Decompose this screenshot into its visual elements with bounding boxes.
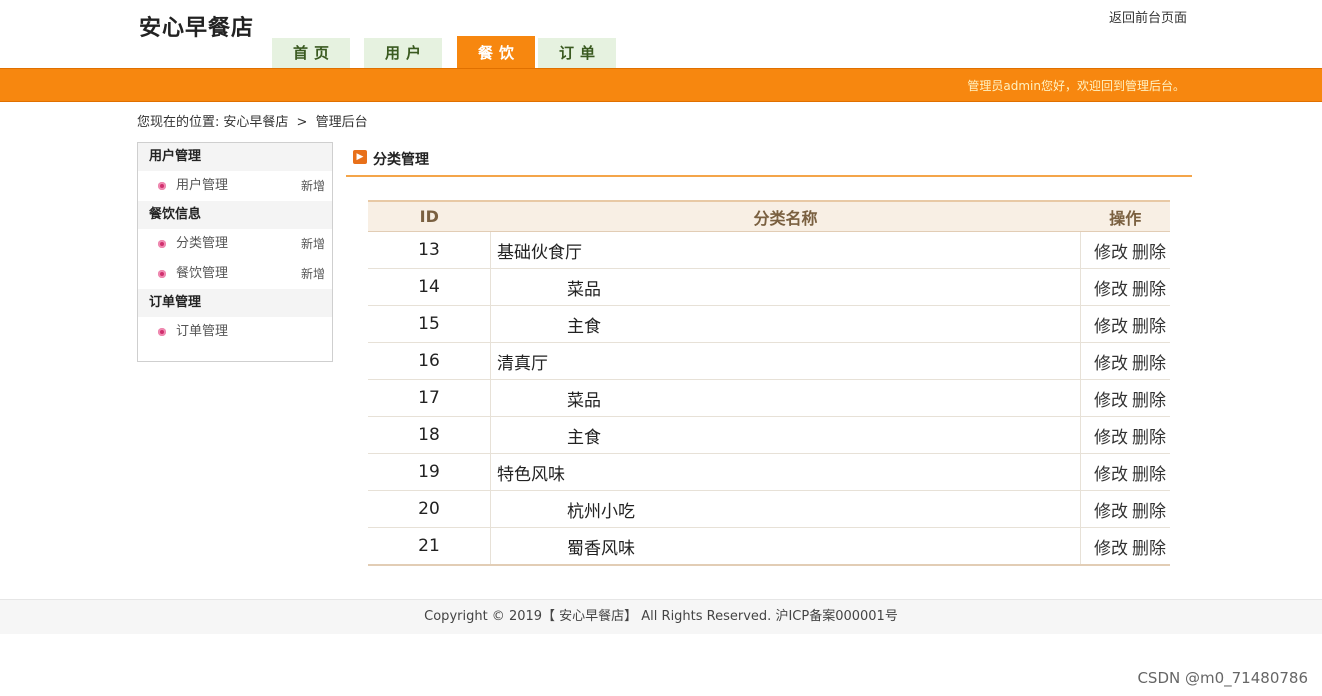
category-table: ID 分类名称 操作 13 基础伙食厅 修改 删除 14 菜品 修改 删除 15 主食 修改 删除 16… (368, 200, 1170, 566)
breadcrumb-prefix: 您现在的位置: (137, 115, 220, 130)
section-header: ▶ 分类管理 (346, 142, 1192, 177)
row-category-name: 主食 (490, 416, 1081, 454)
sidebar-item-label: 用户管理 (176, 178, 229, 193)
sidebar: 用户管理 用户管理 新增 餐饮信息 分类管理 新增 餐饮管理 新增 订单管理 订… (137, 142, 333, 362)
delete-link[interactable]: 删除 (1132, 280, 1166, 300)
arrow-right-icon: ▶ (353, 150, 367, 164)
back-to-frontend-link[interactable]: 返回前台页面 (1109, 7, 1187, 26)
row-actions: 修改 删除 (1080, 342, 1170, 380)
tab-catering[interactable]: 餐饮 (457, 36, 535, 68)
table-row: 18 主食 修改 删除 (368, 416, 1170, 454)
row-id: 16 (368, 342, 491, 380)
table-row: 21 蜀香风味 修改 删除 (368, 527, 1170, 566)
edit-link[interactable]: 修改 (1094, 354, 1128, 374)
row-id: 19 (368, 453, 491, 491)
row-category-name: 特色风味 (490, 453, 1081, 491)
tab-orders[interactable]: 订单 (538, 38, 616, 68)
delete-link[interactable]: 删除 (1132, 243, 1166, 263)
row-category-name: 清真厅 (490, 342, 1081, 380)
breadcrumb-home[interactable]: 安心早餐店 (223, 115, 288, 130)
edit-link[interactable]: 修改 (1094, 465, 1128, 485)
row-id: 17 (368, 379, 491, 417)
row-id: 13 (368, 231, 491, 269)
row-category-name: 菜品 (490, 268, 1081, 306)
sidebar-item-label: 订单管理 (176, 324, 229, 339)
table-row: 17 菜品 修改 删除 (368, 379, 1170, 417)
column-header-name: 分类名称 (490, 200, 1081, 232)
table-row: 13 基础伙食厅 修改 删除 (368, 231, 1170, 269)
sidebar-item-user-management[interactable]: 用户管理 新增 (138, 171, 332, 201)
sidebar-item-catering-management[interactable]: 餐饮管理 新增 (138, 259, 332, 289)
row-id: 15 (368, 305, 491, 343)
delete-link[interactable]: 删除 (1132, 317, 1166, 337)
table-body: 13 基础伙食厅 修改 删除 14 菜品 修改 删除 15 主食 修改 删除 16 清真厅 修改 删除 17 菜品… (368, 231, 1170, 566)
tab-home[interactable]: 首页 (272, 38, 350, 68)
corner-watermark: CSDN @m0_71480786 (1137, 669, 1308, 687)
sidebar-group-catering: 餐饮信息 (138, 201, 332, 229)
row-actions: 修改 删除 (1080, 453, 1170, 491)
sidebar-item-label: 分类管理 (176, 236, 229, 251)
edit-link[interactable]: 修改 (1094, 539, 1128, 559)
row-actions: 修改 删除 (1080, 527, 1170, 566)
row-id: 14 (368, 268, 491, 306)
bullet-icon (158, 270, 166, 278)
row-id: 18 (368, 416, 491, 454)
row-actions: 修改 删除 (1080, 268, 1170, 306)
sidebar-group-users: 用户管理 (138, 143, 332, 171)
row-id: 21 (368, 527, 491, 566)
tab-users[interactable]: 用户 (364, 38, 442, 68)
edit-link[interactable]: 修改 (1094, 428, 1128, 448)
sidebar-item-label: 餐饮管理 (176, 266, 229, 281)
delete-link[interactable]: 删除 (1132, 354, 1166, 374)
bullet-icon (158, 328, 166, 336)
row-category-name: 杭州小吃 (490, 490, 1081, 528)
table-row: 20 杭州小吃 修改 删除 (368, 490, 1170, 528)
table-row: 15 主食 修改 删除 (368, 305, 1170, 343)
breadcrumb-separator: > (296, 115, 308, 130)
sidebar-item-order-management[interactable]: 订单管理 (138, 317, 332, 347)
delete-link[interactable]: 删除 (1132, 391, 1166, 411)
footer: Copyright © 2019【 安心早餐店】 All Rights Rese… (0, 599, 1322, 634)
delete-link[interactable]: 删除 (1132, 428, 1166, 448)
edit-link[interactable]: 修改 (1094, 280, 1128, 300)
column-header-ops: 操作 (1080, 200, 1170, 232)
row-category-name: 蜀香风味 (490, 527, 1081, 566)
edit-link[interactable]: 修改 (1094, 391, 1128, 411)
row-actions: 修改 删除 (1080, 379, 1170, 417)
bullet-icon (158, 240, 166, 248)
edit-link[interactable]: 修改 (1094, 317, 1128, 337)
site-title: 安心早餐店 (139, 15, 255, 41)
edit-link[interactable]: 修改 (1094, 243, 1128, 263)
sidebar-group-orders: 订单管理 (138, 289, 332, 317)
row-actions: 修改 删除 (1080, 231, 1170, 269)
delete-link[interactable]: 删除 (1132, 539, 1166, 559)
row-category-name: 基础伙食厅 (490, 231, 1081, 269)
add-category-link[interactable]: 新增 (301, 229, 325, 259)
row-actions: 修改 删除 (1080, 305, 1170, 343)
delete-link[interactable]: 删除 (1132, 465, 1166, 485)
add-user-link[interactable]: 新增 (301, 171, 325, 201)
edit-link[interactable]: 修改 (1094, 502, 1128, 522)
row-id: 20 (368, 490, 491, 528)
table-row: 16 清真厅 修改 删除 (368, 342, 1170, 380)
bullet-icon (158, 182, 166, 190)
table-row: 14 菜品 修改 删除 (368, 268, 1170, 306)
column-header-id: ID (368, 200, 491, 232)
row-actions: 修改 删除 (1080, 490, 1170, 528)
section-title: 分类管理 (373, 152, 429, 168)
row-actions: 修改 删除 (1080, 416, 1170, 454)
breadcrumb-current: 管理后台 (315, 115, 368, 130)
table-row: 19 特色风味 修改 删除 (368, 453, 1170, 491)
breadcrumb: 您现在的位置: 安心早餐店 > 管理后台 (137, 111, 372, 130)
add-catering-link[interactable]: 新增 (301, 259, 325, 289)
row-category-name: 菜品 (490, 379, 1081, 417)
sidebar-item-category-management[interactable]: 分类管理 新增 (138, 229, 332, 259)
welcome-message: 管理员admin您好，欢迎回到管理后台。 (967, 79, 1185, 93)
top-bar: 管理员admin您好，欢迎回到管理后台。 (0, 68, 1322, 102)
row-category-name: 主食 (490, 305, 1081, 343)
delete-link[interactable]: 删除 (1132, 502, 1166, 522)
